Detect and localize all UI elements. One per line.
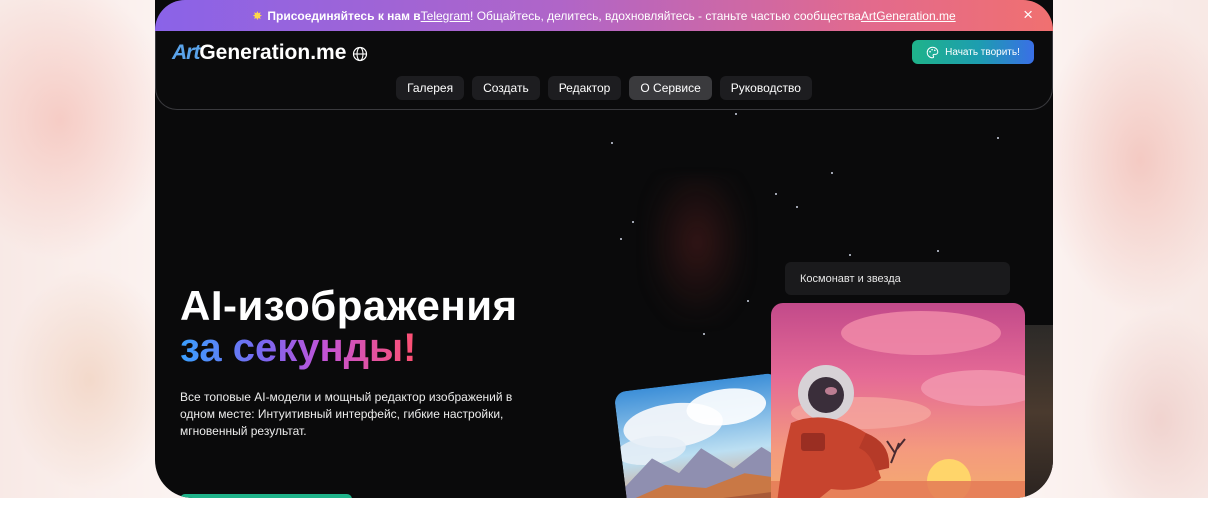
nav-about[interactable]: О Сервисе bbox=[629, 76, 712, 100]
palette-icon bbox=[926, 46, 939, 58]
star-dot bbox=[937, 250, 939, 252]
astronaut-image-card bbox=[771, 303, 1025, 498]
browser-frame: ✸ Присоединяйтесь к нам в Telegram ! Общ… bbox=[155, 0, 1053, 498]
hero-description: Все топовые AI-модели и мощный редактор … bbox=[180, 390, 513, 438]
star-dot bbox=[611, 142, 613, 144]
faded-artwork bbox=[643, 175, 751, 325]
landscape-image-card bbox=[613, 372, 794, 498]
nav-create[interactable]: Создать bbox=[472, 76, 540, 100]
landscape-image bbox=[613, 372, 794, 498]
start-creating-button[interactable]: Начать творить! bbox=[912, 40, 1034, 64]
main-nav: Галерея Создать Редактор О Сервисе Руков… bbox=[156, 76, 1052, 100]
cta-label: Начать творить! bbox=[945, 46, 1020, 58]
prompt-chip: Космонавт и звезда bbox=[785, 262, 1010, 295]
hero-title: AI-изображения bbox=[180, 282, 518, 329]
site-link[interactable]: ArtGeneration.me bbox=[861, 9, 956, 23]
star-dot bbox=[632, 221, 634, 223]
logo-generation: Generation.me bbox=[199, 41, 347, 64]
nav-gallery[interactable]: Галерея bbox=[396, 76, 465, 100]
star-dot bbox=[735, 113, 737, 115]
announcement-middle: ! Общайтесь, делитесь, вдохновляйтесь - … bbox=[470, 8, 861, 23]
star-dot bbox=[849, 254, 851, 256]
announcement-bar: ✸ Присоединяйтесь к нам в Telegram ! Общ… bbox=[155, 0, 1053, 31]
hero-accent: за секунды! bbox=[180, 326, 417, 370]
close-icon[interactable]: × bbox=[1023, 6, 1033, 24]
nav-editor[interactable]: Редактор bbox=[547, 76, 622, 100]
announcement-prefix: Присоединяйтесь к нам в bbox=[267, 8, 421, 23]
nav-guide[interactable]: Руководство bbox=[719, 76, 812, 100]
star-dot bbox=[620, 238, 622, 240]
star-dot bbox=[703, 333, 705, 335]
site-header: Art Generation.me Начать творить! Галере… bbox=[155, 31, 1053, 110]
logo[interactable]: Art Generation.me bbox=[172, 41, 346, 65]
sparkle-icon: ✸ bbox=[252, 8, 263, 23]
hero-button[interactable] bbox=[180, 494, 352, 498]
star-dot bbox=[997, 137, 999, 139]
telegram-link[interactable]: Telegram bbox=[421, 9, 470, 23]
star-dot bbox=[831, 172, 833, 174]
star-dot bbox=[796, 206, 798, 208]
bottom-strip bbox=[0, 498, 1208, 508]
partial-image-card bbox=[1025, 325, 1053, 498]
logo-art: Art bbox=[172, 41, 200, 64]
star-dot bbox=[775, 193, 777, 195]
globe-icon[interactable] bbox=[352, 46, 368, 62]
astronaut-image bbox=[771, 303, 1025, 498]
